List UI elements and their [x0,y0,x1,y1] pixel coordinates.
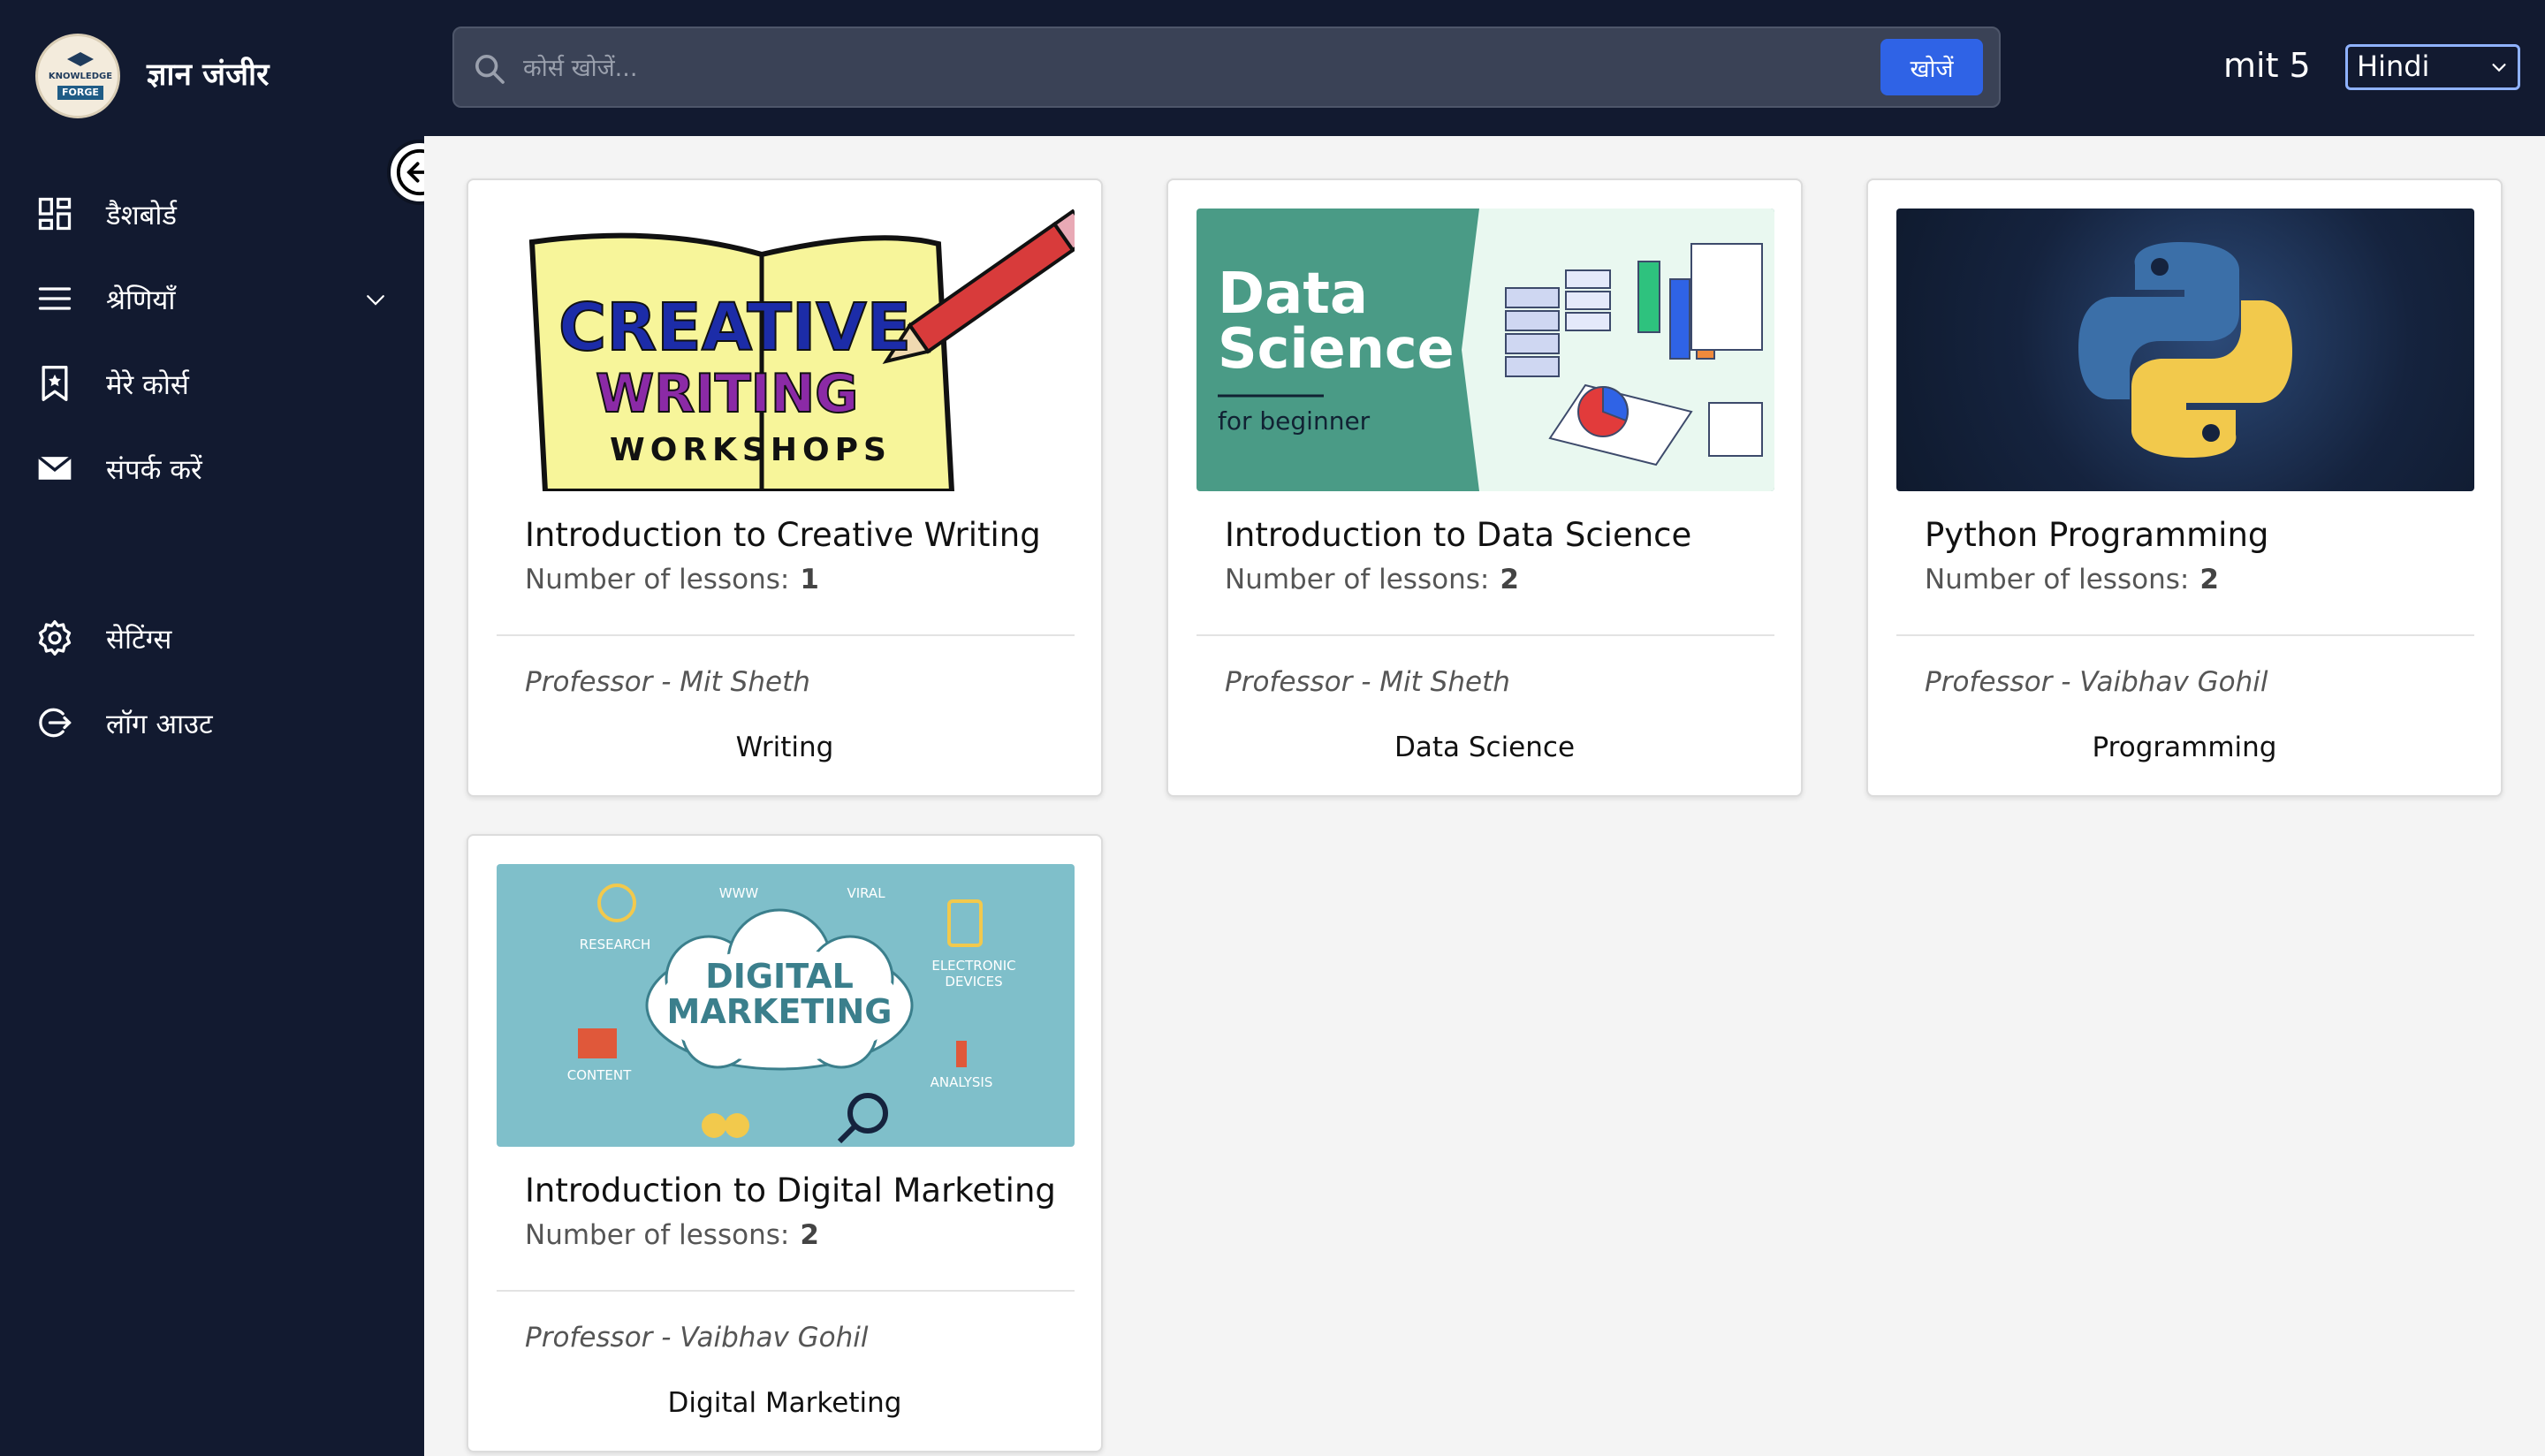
lessons-value: 2 [2199,564,2219,595]
thumb-text-line3: for beginner [1218,406,1371,436]
course-lesson-count: Number of lessons: 2 [1225,564,1519,595]
sidebar-item-contact[interactable]: संपर्क करें [35,442,398,495]
lessons-label: Number of lessons: [525,564,790,595]
logout-icon [39,708,72,738]
menu-icon [38,287,72,310]
lessons-value: 2 [800,1219,819,1251]
sidebar-item-settings[interactable]: सेटिंग्स [35,611,398,664]
course-title[interactable]: Introduction to Creative Writing [525,516,1041,554]
course-professor: Professor - Mit Sheth [1225,666,1510,698]
search-icon [475,55,505,84]
sidebar: डैशबोर्ड श्रेणियाँ मेरे कोर्स संपर्क करे… [0,136,424,1456]
thumb-label: RESEARCH [580,937,651,952]
course-professor: Professor - Vaibhav Gohil [525,1322,869,1354]
dashboard-icon [38,197,72,231]
brand-logo[interactable]: KNOWLEDGE FORGE [35,34,120,118]
lessons-value: 2 [1500,564,1519,595]
top-bar: KNOWLEDGE FORGE ज्ञान जंजीर खोजें mit 5 … [0,0,2545,136]
logo-text-top: KNOWLEDGE [48,72,113,81]
course-card[interactable]: CREATIVE WRITING WORKSHOPS Introduction … [467,178,1103,797]
graduation-cap-icon [67,52,94,66]
sidebar-item-label: सेटिंग्स [106,624,172,656]
sidebar-item-label: मेरे कोर्स [106,369,189,401]
sidebar-item-label: लॉग आउट [106,709,213,740]
thumb-label: WWW [719,885,759,901]
logo-text-bottom: FORGE [57,86,103,100]
language-select[interactable]: Hindi [2345,44,2520,90]
course-thumbnail-data-science: Data Science for beginner [1197,209,1774,491]
search-input[interactable] [523,46,1690,90]
course-card[interactable]: Data Science for beginner Introduction t… [1166,178,1803,797]
sidebar-item-label: संपर्क करें [106,454,202,486]
course-lesson-count: Number of lessons: 1 [525,564,819,595]
bookmark-icon [42,366,68,401]
thumb-label: ANALYSIS [931,1074,993,1090]
python-logo-icon [2078,242,2292,458]
course-category: Data Science [1394,732,1576,763]
sidebar-item-dashboard[interactable]: डैशबोर्ड [35,187,398,240]
sidebar-item-label: डैशबोर्ड [106,200,177,231]
thumb-text-line2: Science [1218,316,1455,381]
course-card[interactable]: DIGITAL MARKETING WWW VIRAL RESEARCH ELE… [467,834,1103,1452]
thumb-text-line1: CREATIVE [558,290,911,366]
course-category: Writing [735,732,834,763]
card-divider [1896,634,2474,636]
course-grid: CREATIVE WRITING WORKSHOPS Introduction … [424,136,2545,1456]
thumb-text-line2: MARKETING [667,992,893,1031]
course-thumbnail-creative-writing: CREATIVE WRITING WORKSHOPS [497,209,1075,491]
course-professor: Professor - Mit Sheth [525,666,810,698]
language-selected-value: Hindi [2357,49,2430,83]
course-title[interactable]: Python Programming [1925,516,2268,554]
thumb-label: CONTENT [567,1067,632,1083]
thumb-label: VIRAL [847,885,885,901]
course-card[interactable]: Python Programming Number of lessons: 2 P… [1866,178,2503,797]
thumb-text-line3: WORKSHOPS [610,432,892,468]
course-thumbnail-digital-marketing: DIGITAL MARKETING WWW VIRAL RESEARCH ELE… [497,864,1075,1147]
course-lesson-count: Number of lessons: 2 [525,1219,819,1251]
lessons-label: Number of lessons: [525,1219,790,1251]
search-bar: खोजें [452,27,2001,108]
chevron-down-icon [2492,64,2506,72]
sidebar-item-my-courses[interactable]: मेरे कोर्स [35,357,398,410]
lessons-value: 1 [800,564,819,595]
course-category: Digital Marketing [667,1387,902,1419]
card-divider [497,634,1075,636]
lessons-label: Number of lessons: [1225,564,1490,595]
course-title[interactable]: Introduction to Digital Marketing [525,1172,1056,1210]
sidebar-item-logout[interactable]: लॉग आउट [35,696,398,749]
gear-icon [38,620,72,656]
search-button[interactable]: खोजें [1880,39,1983,95]
thumb-label: DEVICES [945,974,1002,990]
sidebar-item-label: श्रेणियाँ [106,284,176,316]
user-name: mit 5 [2223,46,2311,85]
card-divider [497,1290,1075,1292]
sidebar-item-categories[interactable]: श्रेणियाँ [35,272,398,325]
course-thumbnail-python [1896,209,2474,491]
chevron-down-icon[interactable] [362,286,389,313]
mail-icon [37,455,72,480]
thumb-text-line2: WRITING [596,363,858,425]
lessons-label: Number of lessons: [1925,564,2190,595]
course-category: Programming [2092,732,2277,763]
app-root: KNOWLEDGE FORGE ज्ञान जंजीर खोजें mit 5 … [0,0,2545,1456]
course-lesson-count: Number of lessons: 2 [1925,564,2219,595]
thumb-label: ELECTRONIC [931,958,1015,974]
brand-name: ज्ञान जंजीर [147,57,270,93]
thumb-text-line1: DIGITAL [705,957,854,996]
card-divider [1197,634,1774,636]
course-professor: Professor - Vaibhav Gohil [1925,666,2268,698]
course-title[interactable]: Introduction to Data Science [1225,516,1691,554]
